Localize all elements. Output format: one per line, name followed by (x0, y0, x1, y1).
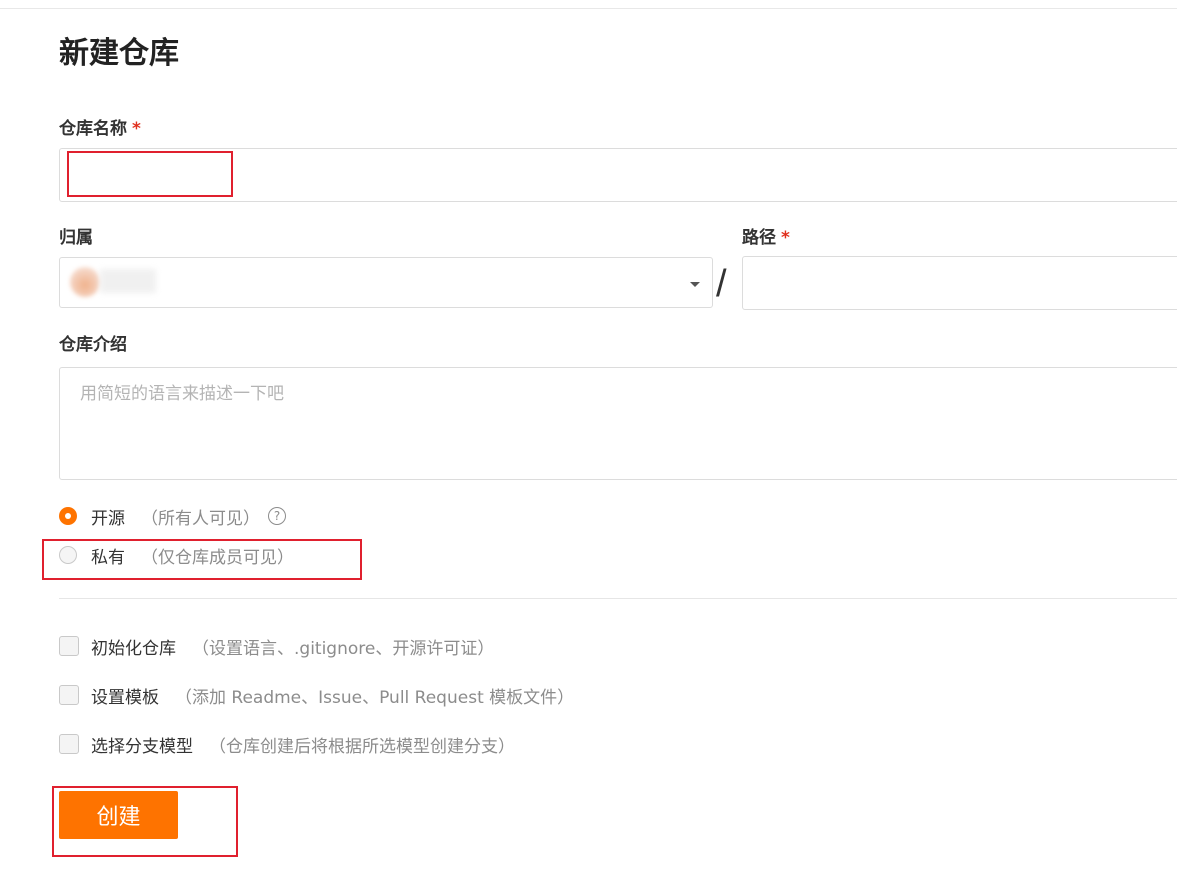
radio-unselected[interactable] (59, 546, 77, 564)
checkbox[interactable] (59, 685, 79, 705)
visibility-option-private[interactable]: 私有 （仅仓库成员可见） (59, 543, 294, 568)
required-mark: * (132, 119, 141, 139)
option-branch-model-label: 选择分支模型 (91, 736, 193, 757)
help-icon[interactable]: ? (268, 507, 286, 525)
option-template-label: 设置模板 (91, 687, 159, 708)
path-label-text: 路径 (742, 228, 776, 248)
chevron-down-icon[interactable] (690, 282, 700, 287)
owner-label: 归属 (59, 228, 93, 248)
create-button[interactable]: 创建 (59, 791, 178, 839)
option-template[interactable]: 设置模板 （添加 Readme、Issue、Pull Request 模板文件） (59, 683, 575, 708)
path-input[interactable] (742, 256, 1177, 310)
owner-name-blurred (100, 269, 156, 293)
option-branch-model[interactable]: 选择分支模型 （仓库创建后将根据所选模型创建分支） (59, 732, 515, 757)
path-label: 路径 * (742, 226, 790, 250)
option-init-repo[interactable]: 初始化仓库 （设置语言、.gitignore、开源许可证） (59, 634, 495, 659)
radio-selected[interactable] (59, 507, 77, 525)
owner-select[interactable] (59, 257, 713, 308)
repo-name-input[interactable] (59, 148, 1177, 202)
option-branch-model-hint: （仓库创建后将根据所选模型创建分支） (209, 736, 515, 757)
visibility-public-label: 开源 (91, 508, 125, 529)
option-init-repo-hint: （设置语言、.gitignore、开源许可证） (192, 638, 495, 659)
visibility-private-label: 私有 (91, 547, 125, 568)
checkbox[interactable] (59, 636, 79, 656)
repo-name-label: 仓库名称 * (59, 117, 141, 141)
description-placeholder: 用简短的语言来描述一下吧 (80, 384, 284, 404)
owner-avatar-blurred (70, 267, 156, 297)
checkbox[interactable] (59, 734, 79, 754)
repo-name-label-text: 仓库名称 (59, 119, 127, 139)
visibility-option-public[interactable]: 开源 （所有人可见） ? (59, 504, 286, 529)
visibility-private-hint: （仅仓库成员可见） (141, 547, 294, 568)
avatar (70, 267, 100, 297)
top-divider (0, 8, 1177, 9)
page-title: 新建仓库 (59, 36, 179, 71)
description-textarea[interactable]: 用简短的语言来描述一下吧 (59, 367, 1177, 480)
description-label: 仓库介绍 (59, 335, 127, 355)
visibility-public-hint: （所有人可见） (141, 508, 260, 529)
path-separator: / (716, 263, 727, 305)
required-mark: * (781, 228, 790, 248)
option-init-repo-label: 初始化仓库 (91, 638, 176, 659)
section-divider (59, 598, 1177, 599)
option-template-hint: （添加 Readme、Issue、Pull Request 模板文件） (175, 687, 575, 708)
